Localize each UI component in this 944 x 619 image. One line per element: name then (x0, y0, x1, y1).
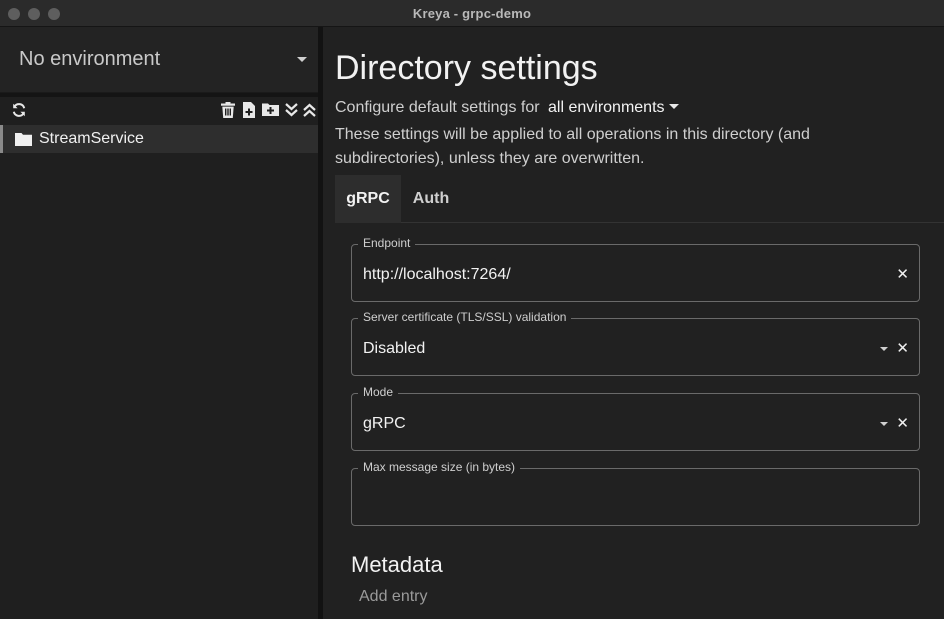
folder-icon (15, 133, 32, 146)
max-message-size-label: Max message size (in bytes) (358, 460, 521, 474)
mode-label: Mode (358, 385, 399, 399)
chevron-down-icon (297, 57, 307, 62)
environment-separator (0, 93, 320, 97)
project-toolbar (0, 99, 320, 125)
configure-prefix: Configure default settings for (335, 99, 540, 116)
clear-mode-button[interactable]: ✕ (896, 416, 909, 431)
chevron-down-icon[interactable] (880, 347, 888, 351)
configure-line: Configure default settings for all envir… (335, 99, 679, 117)
window-title: Kreya - grpc-demo (412, 6, 532, 21)
endpoint-field[interactable]: Endpoint http://localhost:7264/ ✕ (351, 236, 920, 302)
tree-item-label: StreamService (39, 130, 144, 147)
clear-endpoint-button[interactable]: ✕ (896, 267, 909, 282)
add-entry-button[interactable]: Add entry (359, 588, 427, 606)
endpoint-label: Endpoint (358, 236, 416, 250)
refresh-icon[interactable] (11, 102, 27, 118)
max-message-size-field[interactable]: Max message size (in bytes) (351, 460, 920, 526)
tab-grpc[interactable]: gRPC (335, 175, 401, 223)
certificate-validation-label: Server certificate (TLS/SSL) validation (358, 310, 572, 324)
mode-select[interactable]: Mode gRPC ✕ (351, 385, 920, 451)
tree-item-streamservice[interactable]: StreamService (0, 125, 318, 153)
environment-selector[interactable]: No environment (0, 27, 318, 93)
mode-value: gRPC (363, 415, 406, 432)
sidebar: No environment StreamService (0, 27, 320, 619)
delete-icon[interactable] (221, 102, 235, 118)
settings-tabs: gRPC Auth (335, 175, 944, 223)
metadata-title: Metadata (351, 552, 443, 577)
title-bar: Kreya - grpc-demo (0, 0, 944, 27)
environment-scope-label: all environments (548, 99, 665, 116)
expand-all-icon[interactable] (303, 102, 316, 118)
environment-scope-dropdown[interactable]: all environments (548, 99, 679, 116)
chevron-down-icon[interactable] (880, 422, 888, 426)
collapse-all-icon[interactable] (285, 102, 298, 118)
new-file-icon[interactable] (243, 102, 255, 118)
clear-certificate-button[interactable]: ✕ (896, 341, 909, 356)
page-title: Directory settings (335, 49, 598, 87)
settings-description: These settings will be applied to all op… (335, 126, 810, 167)
certificate-validation-select[interactable]: Server certificate (TLS/SSL) validation … (351, 310, 920, 376)
environment-label: No environment (19, 48, 161, 70)
endpoint-value: http://localhost:7264/ (363, 266, 511, 283)
tab-auth[interactable]: Auth (401, 175, 461, 223)
main-panel: Directory settings Configure default set… (323, 27, 944, 619)
caret-down-icon (668, 104, 679, 109)
certificate-validation-value: Disabled (363, 340, 426, 357)
new-folder-icon[interactable] (262, 102, 279, 116)
